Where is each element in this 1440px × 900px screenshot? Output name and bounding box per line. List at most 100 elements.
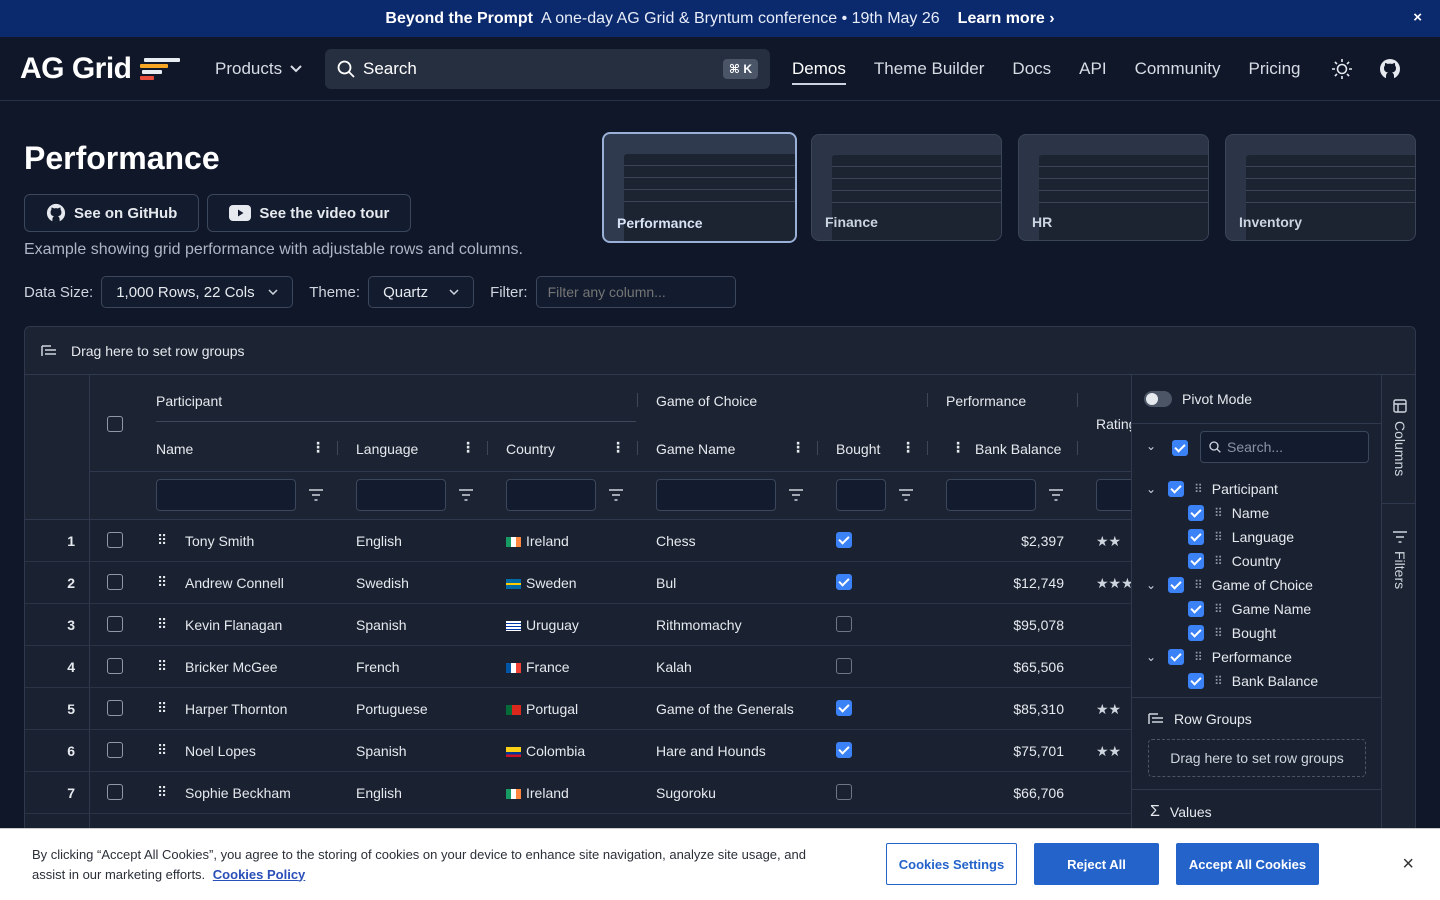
cell-name[interactable]: Sophie Beckham xyxy=(185,785,291,801)
pivot-mode-toggle[interactable]: Pivot Mode xyxy=(1144,391,1252,407)
cell-country[interactable]: Sweden xyxy=(506,575,577,591)
checkbox[interactable] xyxy=(1188,673,1204,689)
tab-filters[interactable]: Filters xyxy=(1382,531,1415,589)
select-all-columns-checkbox[interactable] xyxy=(1172,440,1188,456)
banner-learn-more-link[interactable]: Learn more › xyxy=(958,10,1055,28)
drag-handle-icon[interactable]: ⠿ xyxy=(157,784,167,801)
cell-game-name[interactable]: Kalah xyxy=(656,659,692,675)
tree-group-game-of-choice[interactable]: ⌄ ⠿ Game of Choice xyxy=(1146,577,1313,593)
filter-icon[interactable] xyxy=(1049,489,1063,501)
checkbox[interactable] xyxy=(1168,649,1184,665)
cell-name[interactable]: Andrew Connell xyxy=(185,575,284,591)
demo-thumb-finance[interactable]: Finance xyxy=(811,134,1002,241)
drag-handle-icon[interactable]: ⠿ xyxy=(1214,530,1223,544)
cookie-policy-link[interactable]: Cookies Policy xyxy=(213,867,305,882)
banner-close-icon[interactable]: × xyxy=(1413,9,1422,26)
cell-country[interactable]: Ireland xyxy=(506,533,569,549)
cell-language[interactable]: English xyxy=(356,785,402,801)
select-all-checkbox[interactable] xyxy=(107,416,123,432)
cell-bought-checkbox[interactable] xyxy=(836,784,852,803)
column-menu-icon[interactable]: ⋮ xyxy=(461,439,475,456)
table-row[interactable]: 2 ⠿ Andrew Connell Swedish Sweden Bul $12,749 ★… xyxy=(25,562,1134,604)
cell-game-name[interactable]: Rithmomachy xyxy=(656,617,742,633)
row-groups-drop-zone[interactable]: Drag here to set row groups xyxy=(1148,739,1366,777)
checkbox[interactable] xyxy=(1188,601,1204,617)
drag-handle-icon[interactable]: ⠿ xyxy=(1214,602,1223,616)
products-menu[interactable]: Products xyxy=(215,59,325,79)
cell-country[interactable]: France xyxy=(506,659,570,675)
column-menu-icon[interactable]: ⋮ xyxy=(611,439,625,456)
drag-handle-icon[interactable]: ⠿ xyxy=(157,700,167,717)
sun-icon[interactable] xyxy=(1331,58,1353,80)
row-group-panel[interactable]: Drag here to set row groups xyxy=(25,327,1415,375)
column-header-name[interactable]: Name xyxy=(156,441,193,457)
drag-handle-icon[interactable]: ⠿ xyxy=(1194,578,1203,592)
table-row[interactable]: 5 ⠿ Harper Thornton Portuguese Portugal Game … xyxy=(25,688,1131,730)
drag-handle-icon[interactable]: ⠿ xyxy=(157,574,167,591)
column-menu-icon[interactable]: ⋮ xyxy=(311,439,325,456)
tree-item-language[interactable]: ⠿ Language xyxy=(1188,529,1294,545)
drag-handle-icon[interactable]: ⠿ xyxy=(157,532,167,549)
table-row[interactable]: 3 ⠿ Kevin Flanagan Spanish Uruguay Rithmomach… xyxy=(25,604,1131,646)
cell-bought-checkbox[interactable] xyxy=(836,616,852,635)
cell-bought-checkbox[interactable] xyxy=(836,532,852,551)
demo-thumb-inventory[interactable]: Inventory xyxy=(1225,134,1416,241)
cell-bank-balance[interactable]: $66,706 xyxy=(946,785,1064,801)
cookie-close-icon[interactable]: × xyxy=(1402,853,1414,876)
nav-link-pricing[interactable]: Pricing xyxy=(1249,59,1301,79)
tree-item-name[interactable]: ⠿ Name xyxy=(1188,505,1269,521)
column-header-language[interactable]: Language xyxy=(356,441,418,457)
cell-bought-checkbox[interactable] xyxy=(836,700,852,719)
filter-icon[interactable] xyxy=(609,489,623,501)
cell-bought-checkbox[interactable] xyxy=(836,742,852,761)
drag-handle-icon[interactable]: ⠿ xyxy=(1214,506,1223,520)
tree-group-performance[interactable]: ⌄ ⠿ Performance xyxy=(1146,649,1292,665)
row-select-checkbox[interactable] xyxy=(107,658,123,677)
video-tour-button[interactable]: See the video tour xyxy=(207,194,412,232)
row-select-checkbox[interactable] xyxy=(107,700,123,719)
checkbox[interactable] xyxy=(1188,529,1204,545)
cell-language[interactable]: English xyxy=(356,533,402,549)
cell-rating[interactable]: ★★ xyxy=(1096,533,1121,550)
cell-country[interactable]: Portugal xyxy=(506,701,578,717)
cell-language[interactable]: Swedish xyxy=(356,575,409,591)
data-size-select[interactable]: 1,000 Rows, 22 Cols xyxy=(101,276,294,308)
table-row[interactable]: 6 ⠿ Noel Lopes Spanish Colombia Hare and Houn… xyxy=(25,730,1131,772)
nav-link-theme-builder[interactable]: Theme Builder xyxy=(874,59,985,79)
cell-bought-checkbox[interactable] xyxy=(836,658,852,677)
accept-all-cookies-button[interactable]: Accept All Cookies xyxy=(1176,843,1319,885)
nav-link-docs[interactable]: Docs xyxy=(1012,59,1051,79)
table-row[interactable]: 1 ⠿ Tony Smith English Ireland Chess $2,397 ★★ xyxy=(25,520,1131,562)
column-header-bought[interactable]: Bought xyxy=(836,441,880,457)
cell-language[interactable]: Spanish xyxy=(356,743,407,759)
table-row[interactable]: 7 ⠿ Sophie Beckham English Ireland Sugoroku $6… xyxy=(25,772,1131,814)
column-search-input[interactable]: Search... xyxy=(1200,431,1369,463)
tree-item-game-name[interactable]: ⠿ Game Name xyxy=(1188,601,1311,617)
drag-handle-icon[interactable]: ⠿ xyxy=(1194,482,1203,496)
column-header-game-name[interactable]: Game Name xyxy=(656,441,735,457)
cell-game-name[interactable]: Sugoroku xyxy=(656,785,716,801)
row-select-checkbox[interactable] xyxy=(107,574,123,593)
name-filter-input[interactable] xyxy=(156,479,296,511)
cell-bought-checkbox[interactable] xyxy=(836,574,852,593)
tree-item-bought[interactable]: ⠿ Bought xyxy=(1188,625,1276,641)
cell-language[interactable]: Portuguese xyxy=(356,701,428,717)
chevron-down-icon[interactable]: ⌄ xyxy=(1146,439,1158,453)
cell-language[interactable]: Spanish xyxy=(356,617,407,633)
row-select-checkbox[interactable] xyxy=(107,784,123,803)
row-select-checkbox[interactable] xyxy=(107,742,123,761)
reject-all-button[interactable]: Reject All xyxy=(1034,843,1159,885)
country-filter-input[interactable] xyxy=(506,479,596,511)
theme-select[interactable]: Quartz xyxy=(368,276,475,308)
checkbox[interactable] xyxy=(1168,481,1184,497)
cell-bank-balance[interactable]: $75,701 xyxy=(946,743,1064,759)
cell-rating[interactable]: ★★ xyxy=(1096,743,1121,760)
tree-item-country[interactable]: ⠿ Country xyxy=(1188,553,1281,569)
filter-icon[interactable] xyxy=(899,489,913,501)
cell-name[interactable]: Tony Smith xyxy=(185,533,254,549)
checkbox[interactable] xyxy=(1188,625,1204,641)
cell-bank-balance[interactable]: $95,078 xyxy=(946,617,1064,633)
tree-group-participant[interactable]: ⌄ ⠿ Participant xyxy=(1146,481,1278,497)
nav-link-demos[interactable]: Demos xyxy=(792,59,846,85)
see-on-github-button[interactable]: See on GitHub xyxy=(24,194,200,232)
